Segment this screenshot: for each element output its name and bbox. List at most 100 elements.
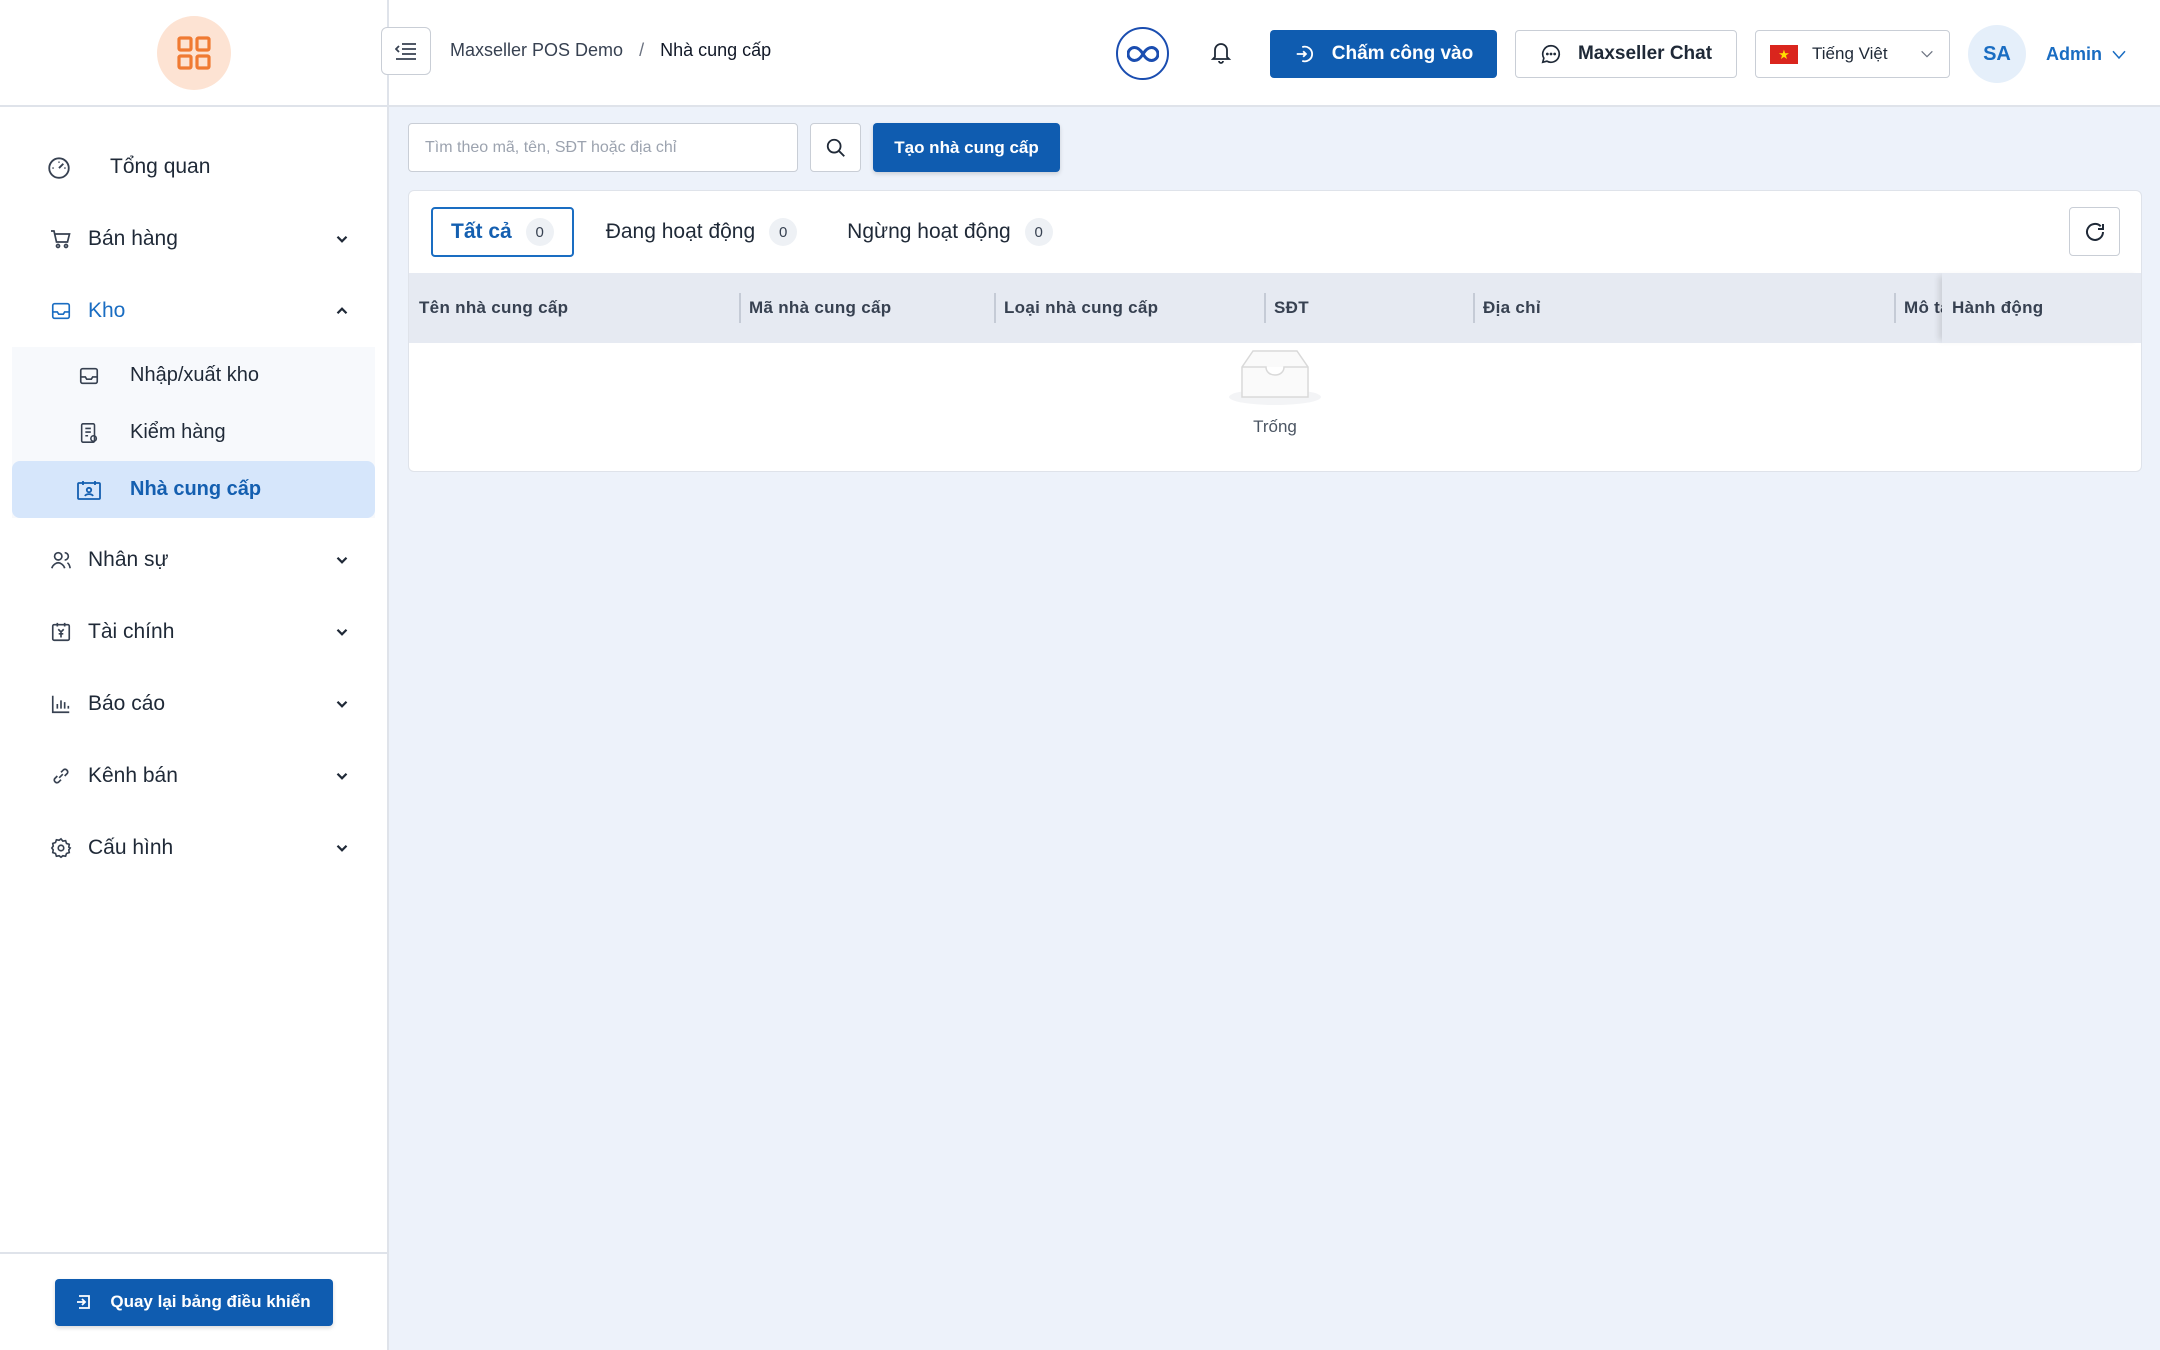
status-tabs: Tất cả 0 Đang hoạt động 0 Ngừng hoạt độn… [409,191,2141,273]
tab-label: Tất cả [451,220,512,243]
chevron-down-icon [336,772,348,780]
inbox-icon [48,298,74,324]
column-header-phone[interactable]: SĐT [1264,273,1474,343]
sidebar-toggle-button[interactable] [381,27,431,75]
column-header-label: Địa chỉ [1483,298,1541,317]
sidebar-item-kiem-hang[interactable]: Kiểm hàng [12,404,375,461]
empty-box-icon [1229,350,1321,405]
language-select[interactable]: ★ Tiếng Việt [1755,30,1950,78]
tab-inactive[interactable]: Ngừng hoạt động 0 [829,207,1071,257]
user-menu[interactable]: Admin [2046,44,2128,65]
tab-active[interactable]: Đang hoạt động 0 [588,207,815,257]
search-icon [826,138,845,157]
chevron-down-icon [336,628,348,636]
sidebar: Tổng quan Bán hàng Kho Nhập/xuất kho Kiể… [0,0,389,1350]
vietnam-flag-icon: ★ [1770,44,1798,64]
sidebar-item-nhan-su[interactable]: Nhân sự [0,524,387,596]
empty-state-label: Trống [1253,417,1297,436]
sidebar-item-bao-cao[interactable]: Báo cáo [0,668,387,740]
inbox-icon [76,363,102,389]
sidebar-item-label: Kênh bán [88,764,178,787]
sidebar-item-nha-cung-cap[interactable]: Nhà cung cấp [12,461,375,518]
breadcrumb-separator: / [639,40,645,60]
sidebar-item-label: Cấu hình [88,836,174,859]
sidebar-item-tong-quan[interactable]: Tổng quan [0,131,387,203]
column-header-type[interactable]: Loại nhà cung cấp [994,273,1265,343]
app-logo[interactable] [156,15,231,90]
column-header-name[interactable]: Tên nhà cung cấp [409,273,741,343]
sidebar-item-nhap-xuat-kho[interactable]: Nhập/xuất kho [12,347,375,404]
tab-all[interactable]: Tất cả 0 [431,207,574,257]
column-header-label: SĐT [1274,298,1309,317]
sidebar-item-label: Nhập/xuất kho [130,364,259,386]
column-header-label: Tên nhà cung cấp [419,298,569,317]
sidebar-item-kenh-ban[interactable]: Kênh bán [0,740,387,812]
exit-icon [77,1295,91,1309]
sidebar-item-cau-hinh[interactable]: Cấu hình [0,812,387,884]
breadcrumb-root[interactable]: Maxseller POS Demo [450,40,623,61]
login-icon [1296,45,1313,63]
sidebar-menu: Tổng quan Bán hàng Kho Nhập/xuất kho Kiể… [0,107,387,884]
chevron-down-icon [336,844,348,852]
column-header-description[interactable]: Mô tả [1894,273,1944,343]
refresh-button[interactable] [2069,207,2120,256]
sidebar-item-label: Báo cáo [88,692,166,715]
infinity-icon [1126,45,1159,62]
column-header-label: Loại nhà cung cấp [1004,298,1159,317]
dashboard-icon [46,154,72,180]
breadcrumb: Maxseller POS Demo / Nhà cung cấp [450,40,771,61]
column-header-address[interactable]: Địa chỉ [1473,273,1895,343]
sidebar-item-label: Tài chính [88,620,175,643]
chat-bubble-icon [1541,44,1560,64]
tab-count-badge: 0 [1024,218,1053,246]
check-in-label: Chấm công vào [1331,43,1474,64]
chevron-down-icon [336,700,348,708]
check-in-button[interactable]: Chấm công vào [1270,30,1497,78]
notification-bell-icon[interactable] [1210,40,1234,66]
sidebar-item-ban-hang[interactable]: Bán hàng [0,203,387,275]
bar-chart-icon [48,691,74,717]
column-header-label: Hành động [1952,298,2044,317]
sidebar-footer: Quay lại bảng điều khiển [0,1252,387,1350]
chevron-up-icon [336,307,348,315]
sidebar-item-label: Bán hàng [88,227,178,250]
tab-label: Đang hoạt động [605,220,756,243]
column-header-label: Mã nhà cung cấp [749,298,892,317]
supplier-list-card: Tất cả 0 Đang hoạt động 0 Ngừng hoạt độn… [408,190,2142,472]
infinity-button[interactable] [1116,27,1169,80]
sidebar-item-tai-chinh[interactable]: Tài chính [0,596,387,668]
maxseller-chat-button[interactable]: Maxseller Chat [1515,30,1737,78]
chevron-down-icon [1921,50,1933,58]
sidebar-item-label: Kho [88,299,126,322]
search-input[interactable] [408,123,798,172]
tab-count-badge: 0 [769,218,798,246]
kho-submenu: Nhập/xuất kho Kiểm hàng Nhà cung cấp [12,347,375,518]
menu-collapse-icon [395,43,416,60]
column-header-code[interactable]: Mã nhà cung cấp [739,273,995,343]
sidebar-item-label: Kiểm hàng [130,421,226,443]
refresh-icon [2085,222,2104,241]
column-divider [1264,293,1266,323]
search-button[interactable] [810,123,861,172]
grid-logo-icon [176,35,211,70]
column-divider [994,293,996,323]
tab-label: Ngừng hoạt động [847,220,1011,243]
gear-icon [48,835,74,861]
link-icon [48,763,74,789]
chevron-down-icon [336,235,348,243]
supplier-icon [76,477,102,503]
avatar[interactable]: SA [1968,25,2026,83]
back-to-dashboard-button[interactable]: Quay lại bảng điều khiển [54,1278,333,1326]
column-divider [1473,293,1475,323]
create-supplier-button[interactable]: Tạo nhà cung cấp [873,123,1060,172]
column-header-actions: Hành động [1942,273,2141,343]
chevron-down-icon [336,556,348,564]
user-name: Admin [2046,44,2102,64]
logo-area [0,0,387,107]
sidebar-item-kho[interactable]: Kho [0,275,387,347]
column-divider [1894,293,1896,323]
column-divider [739,293,741,323]
sidebar-item-label: Tổng quan [110,155,211,178]
checklist-icon [76,420,102,446]
language-label: Tiếng Việt [1812,44,1888,63]
